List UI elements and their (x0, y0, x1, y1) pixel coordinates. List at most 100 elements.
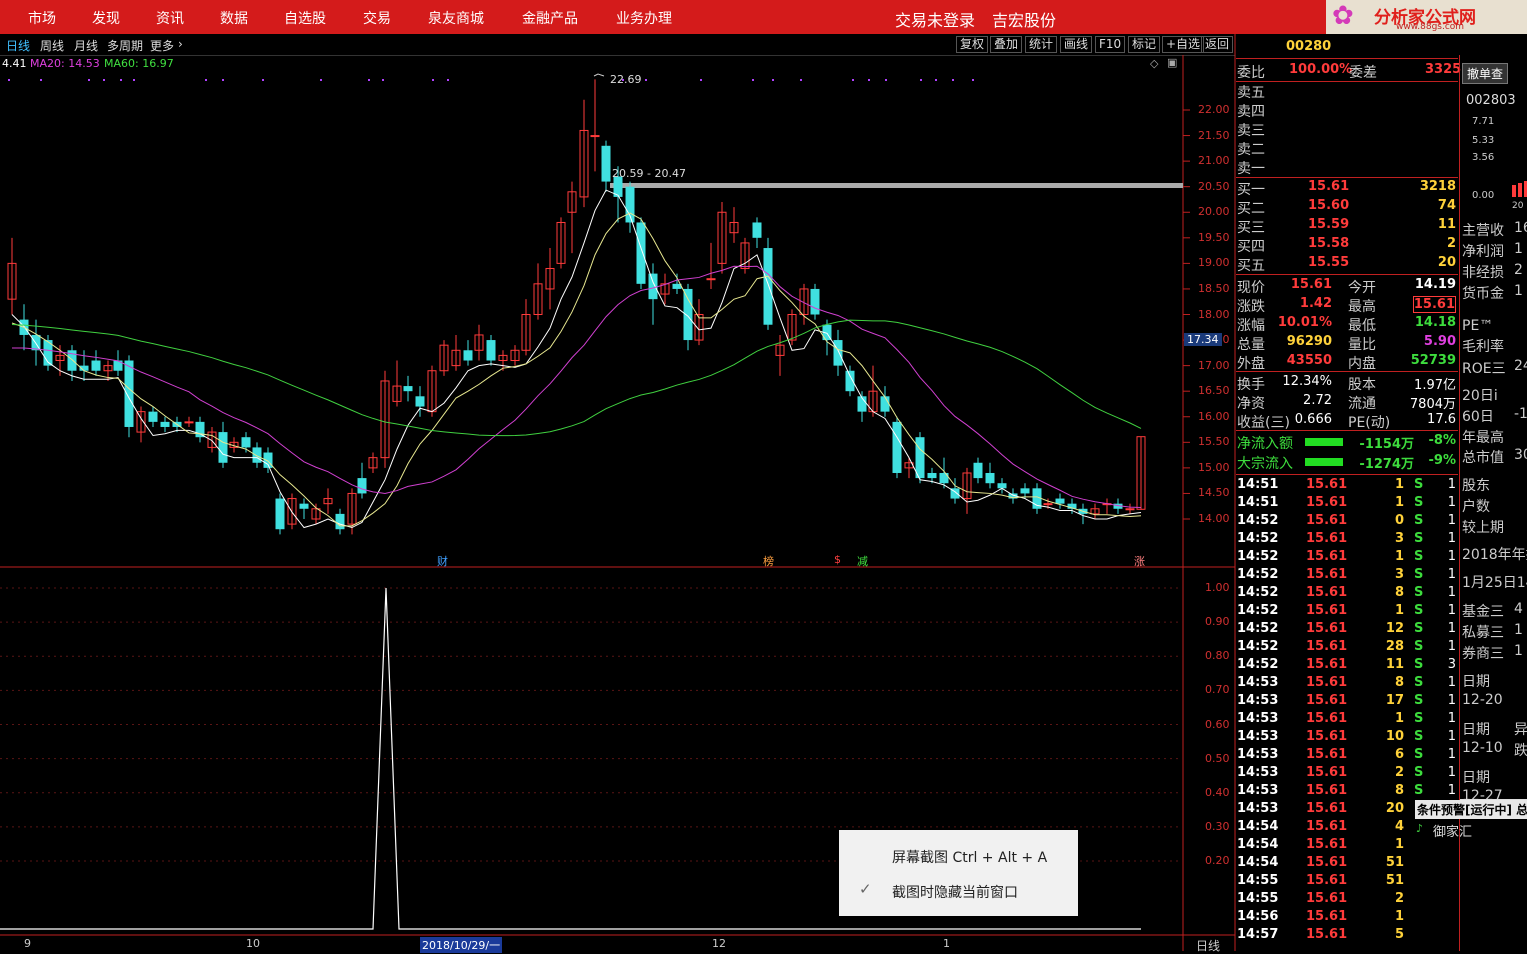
signal-dots (8, 79, 974, 81)
check-icon: ✓ (859, 880, 872, 898)
tick-price: 15.61 (1306, 837, 1348, 852)
price-tick: 22.00 (1198, 103, 1230, 116)
tick-row[interactable]: 14:53 15.61 17 S 1 (1236, 693, 1458, 711)
price-tick: 14.00 (1198, 512, 1230, 525)
stat-value: 14.18 (1414, 315, 1456, 330)
tick-row[interactable]: 14:55 15.61 51 (1236, 873, 1458, 891)
marker-dollar[interactable]: $ (834, 553, 841, 566)
candle-body (833, 340, 843, 366)
marker-list[interactable]: 榜 (763, 553, 774, 569)
stat-label: 最低 (1348, 318, 1376, 334)
tick-row[interactable]: 14:53 15.61 6 S 1 (1236, 747, 1458, 765)
tick-side: S (1414, 495, 1424, 510)
marker-finance[interactable]: 财 (437, 553, 448, 569)
candle-body (892, 421, 902, 473)
tick-row[interactable]: 14:52 15.61 28 S 1 (1236, 639, 1458, 657)
stat-label: 涨幅 (1237, 318, 1265, 334)
tick-price: 15.61 (1306, 531, 1348, 546)
tick-row[interactable]: 14:53 15.61 8 S 1 (1236, 783, 1458, 801)
indicator-tick: 0.50 (1205, 751, 1230, 765)
high-label: 22.69 (610, 73, 642, 86)
stat-value: 52739 (1410, 353, 1456, 368)
tick-row[interactable]: 14:51 15.61 1 S 1 (1236, 495, 1458, 513)
side-item-value: 1 (1514, 241, 1523, 257)
stat-label: PE(动) (1348, 415, 1391, 431)
indicator-tick: 0.70 (1205, 683, 1230, 697)
high-marker (593, 73, 605, 77)
tick-row[interactable]: 14:53 15.61 8 S 1 (1236, 675, 1458, 693)
stat-label: 最高 (1348, 299, 1376, 315)
candle-body (763, 248, 773, 325)
tick-row[interactable]: 14:56 15.61 1 (1236, 909, 1458, 927)
tick-row[interactable]: 14:54 15.61 4 (1236, 819, 1458, 837)
candle-body (124, 360, 134, 427)
tick-volume: 1 (1394, 549, 1404, 564)
tick-row[interactable]: 14:52 15.61 12 S 1 (1236, 621, 1458, 639)
stat-label: 涨跌 (1237, 299, 1265, 315)
tick-volume: 1 (1394, 477, 1404, 492)
tick-row[interactable]: 14:53 15.61 10 S 1 (1236, 729, 1458, 747)
ask-label: 卖五 (1237, 85, 1265, 101)
signal-dot (103, 79, 105, 81)
bell-icon: ♪ (1416, 822, 1424, 835)
alert-title[interactable]: 条件预警[运行中] 总 (1415, 800, 1527, 819)
menu-hide-window[interactable]: 截图时隐藏当前窗口 (892, 882, 1018, 902)
candle-body (91, 360, 101, 371)
tick-time: 14:51 (1237, 495, 1279, 510)
tick-side: S (1414, 765, 1424, 780)
tick-time: 14:54 (1237, 819, 1279, 834)
alert-item[interactable]: 御家汇 (1433, 821, 1472, 840)
candle-body (927, 472, 937, 479)
tick-row[interactable]: 14:51 15.61 1 S 1 (1236, 477, 1458, 495)
tick-count: 1 (1447, 477, 1456, 492)
stat-label: 股本 (1348, 377, 1376, 393)
candle-body (357, 478, 367, 494)
moving-averages (11, 189, 1142, 529)
side-item-label: 私募三 (1462, 625, 1504, 641)
flow-value: -1154万 (1359, 437, 1414, 452)
tick-time: 14:51 (1237, 477, 1279, 492)
tick-row[interactable]: 14:53 15.61 1 S 1 (1236, 711, 1458, 729)
tick-price: 15.61 (1306, 585, 1348, 600)
tick-row[interactable]: 14:52 15.61 3 S 1 (1236, 567, 1458, 585)
tick-volume: 11 (1385, 657, 1404, 672)
tick-row[interactable]: 14:52 15.61 0 S 1 (1236, 513, 1458, 531)
side-item-value: -1 (1514, 406, 1527, 422)
tick-row[interactable]: 14:52 15.61 8 S 1 (1236, 585, 1458, 603)
tick-side: S (1414, 549, 1424, 564)
flow-label: 净流入额 (1237, 436, 1293, 452)
signal-dot (88, 79, 90, 81)
tick-time: 14:54 (1237, 837, 1279, 852)
candle-body (1020, 488, 1030, 494)
menu-screenshot[interactable]: 屏幕截图 Ctrl + Alt + A (892, 847, 1047, 867)
tick-count: 1 (1447, 513, 1456, 528)
signal-dot (972, 79, 974, 81)
bid-price: 15.60 (1308, 198, 1350, 213)
marker-rise[interactable]: 涨 (1134, 553, 1145, 569)
weibi-label: 委比 (1237, 65, 1265, 81)
tick-row[interactable]: 14:54 15.61 51 (1236, 855, 1458, 873)
candle-body (415, 396, 425, 407)
side-item-label: 1月25日14 (1462, 575, 1527, 591)
tick-count: 1 (1447, 549, 1456, 564)
tick-time: 14:52 (1237, 603, 1279, 618)
tick-row[interactable]: 14:54 15.61 1 (1236, 837, 1458, 855)
tick-volume: 51 (1385, 855, 1404, 870)
tick-row[interactable]: 14:52 15.61 1 S 1 (1236, 549, 1458, 567)
stat-label: 净资 (1237, 396, 1265, 412)
bid-price: 15.59 (1308, 217, 1350, 232)
tick-row[interactable]: 14:53 15.61 2 S 1 (1236, 765, 1458, 783)
stat-label: 今开 (1348, 280, 1376, 296)
tick-row[interactable]: 14:55 15.61 2 (1236, 891, 1458, 909)
tick-row[interactable]: 14:57 15.61 5 (1236, 927, 1458, 945)
tick-row[interactable]: 14:52 15.61 11 S 3 (1236, 657, 1458, 675)
period-indicator[interactable]: 日线 (1196, 937, 1220, 954)
candle-body (275, 498, 285, 530)
stat-label: 现价 (1237, 280, 1265, 296)
tick-side: S (1414, 531, 1424, 546)
tick-row[interactable]: 14:52 15.61 3 S 1 (1236, 531, 1458, 549)
cancel-order-button[interactable]: 撤单查 (1462, 63, 1509, 84)
flow-label: 大宗流入 (1237, 456, 1293, 472)
tick-row[interactable]: 14:52 15.61 1 S 1 (1236, 603, 1458, 621)
marker-reduce[interactable]: 减 (857, 553, 868, 569)
